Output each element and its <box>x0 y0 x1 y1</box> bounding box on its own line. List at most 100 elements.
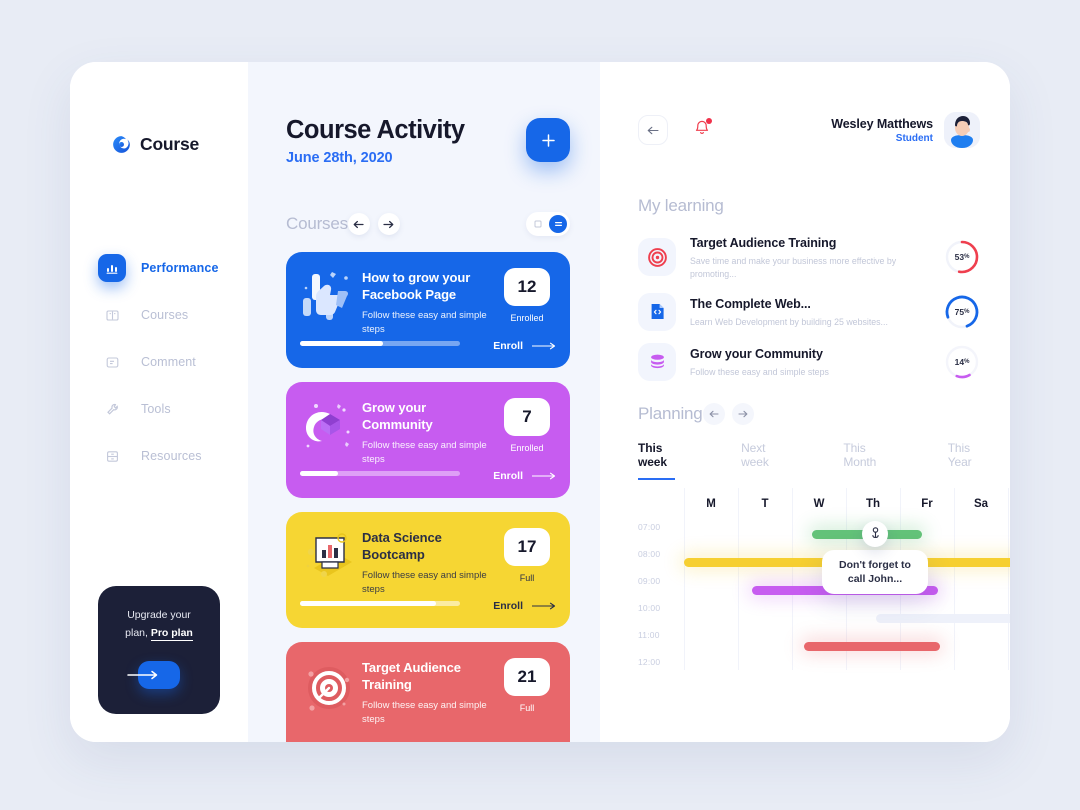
arrow-left-icon <box>709 410 719 417</box>
learning-item-text: Target Audience Training Save time and m… <box>676 234 944 281</box>
sidebar-nav: Performance Courses Comment Tools Resour… <box>70 248 248 476</box>
event-tooltip[interactable]: Don't forget to call John... <box>822 549 928 594</box>
calendar-time-axis: 07:00 08:00 09:00 10:00 11:00 12:00 <box>638 522 680 684</box>
user-role: Student <box>895 132 933 144</box>
course-card[interactable]: Target Audience Training Follow these ea… <box>286 642 570 742</box>
courses-label: Courses <box>286 214 348 233</box>
user-profile[interactable]: Wesley Matthews Student <box>831 112 980 148</box>
page-title: Course Activity <box>286 116 465 144</box>
learning-item[interactable]: The Complete Web... Learn Web Developmen… <box>638 292 980 331</box>
course-card-list: How to grow your Facebook Page Follow th… <box>286 252 570 742</box>
arrow-right-icon <box>532 342 556 350</box>
progress-value: 75% <box>954 306 970 317</box>
course-progress-bar <box>300 471 460 476</box>
enroll-button[interactable]: Enroll <box>493 340 556 352</box>
upgrade-button[interactable] <box>127 660 180 689</box>
tab-next-week[interactable]: Next week <box>741 441 777 480</box>
archive-icon <box>98 442 126 470</box>
course-enrollment: 17 Full <box>498 528 556 628</box>
course-activity-panel: Course Activity June 28th, 2020 Courses <box>248 62 600 742</box>
learning-item[interactable]: Grow your Community Follow these easy an… <box>638 342 980 381</box>
sidebar-item-comment[interactable]: Comment <box>70 342 248 382</box>
planning-next-button[interactable] <box>731 402 754 425</box>
time-label: 11:00 <box>638 629 660 640</box>
progress-ring: 14% <box>944 344 980 380</box>
plus-icon <box>541 133 555 147</box>
user-text: Wesley Matthews Student <box>831 117 933 144</box>
notification-dot <box>706 117 712 124</box>
learning-item-desc: Save time and make your business more ef… <box>690 256 897 279</box>
red-event[interactable] <box>804 641 940 651</box>
learning-item-text: The Complete Web... Learn Web Developmen… <box>676 295 944 329</box>
list-view-icon[interactable] <box>549 215 567 233</box>
enroll-label: Enroll <box>493 340 523 352</box>
sidebar: Course Performance Courses Comment Tools… <box>70 62 248 742</box>
course-enrollment: 12 Enrolled <box>498 268 556 368</box>
chart-bar-icon <box>98 254 126 282</box>
course-card[interactable]: How to grow your Facebook Page Follow th… <box>286 252 570 368</box>
courses-prev-button[interactable] <box>347 213 370 235</box>
pro-plan-link[interactable]: Pro plan <box>150 627 193 642</box>
learning-item-text: Grow your Community Follow these easy an… <box>676 345 944 379</box>
courses-next-button[interactable] <box>377 213 400 235</box>
tab-this-week[interactable]: This week <box>638 441 676 480</box>
course-count: 7 <box>504 398 550 436</box>
course-card[interactable]: Data Science Bootcamp Follow these easy … <box>286 512 570 628</box>
event-pin[interactable] <box>862 520 888 547</box>
enroll-button[interactable]: Enroll <box>493 600 556 612</box>
course-enrollment: 7 Enrolled <box>498 398 556 498</box>
arrow-right-icon <box>738 410 748 417</box>
sidebar-item-resources[interactable]: Resources <box>70 436 248 476</box>
course-title: Data Science Bootcamp <box>362 530 442 562</box>
sidebar-item-label: Courses <box>141 308 189 322</box>
time-label: 07:00 <box>638 521 661 532</box>
arrow-left-icon <box>354 220 365 228</box>
planning-title: Planning <box>638 403 703 423</box>
database-icon <box>638 342 676 381</box>
course-card-text: How to grow your Facebook Page Follow th… <box>362 268 498 368</box>
course-progress-bar <box>300 341 460 346</box>
facebook-thumb-icon <box>300 268 362 368</box>
enroll-button[interactable]: Enroll <box>493 470 556 482</box>
tab-this-month[interactable]: This Month <box>843 441 881 480</box>
app-window: Course Performance Courses Comment Tools… <box>70 62 1010 742</box>
upgrade-text: Upgrade your plan, Pro plan <box>112 606 206 643</box>
tooltip-line-2: call John... <box>847 572 903 585</box>
brand-logo[interactable]: Course <box>70 62 248 155</box>
target-icon <box>638 238 676 277</box>
sidebar-item-label: Comment <box>141 355 196 369</box>
course-subtitle: Follow these easy and simple steps <box>362 700 487 725</box>
notifications-button[interactable] <box>694 117 712 142</box>
grey-event[interactable] <box>876 613 1010 623</box>
sidebar-item-courses[interactable]: Courses <box>70 295 248 335</box>
back-button[interactable] <box>638 115 668 145</box>
sidebar-item-label: Tools <box>141 402 171 416</box>
arrow-right-icon <box>127 670 158 679</box>
calendar-grid: M T W Th Fr Sa Don't forget to call John… <box>680 487 1010 670</box>
avatar[interactable] <box>944 112 980 148</box>
activity-header: Course Activity June 28th, 2020 <box>286 116 570 166</box>
sidebar-item-tools[interactable]: Tools <box>70 389 248 429</box>
wrench-icon <box>98 395 126 423</box>
enroll-label: Enroll <box>493 470 523 482</box>
grid-view-icon[interactable] <box>529 215 547 233</box>
course-count: 17 <box>504 528 550 566</box>
day-label: Sa <box>973 497 989 510</box>
learning-item[interactable]: Target Audience Training Save time and m… <box>638 234 980 281</box>
arrow-left-icon <box>647 126 659 134</box>
add-course-button[interactable] <box>526 118 570 162</box>
comment-icon <box>98 348 126 376</box>
course-card[interactable]: Grow your Community Follow these easy an… <box>286 382 570 498</box>
course-status: Enrolled <box>510 443 544 453</box>
tooltip-line-1: Don't forget to <box>839 558 911 571</box>
course-progress-bar <box>300 601 460 606</box>
course-subtitle: Follow these easy and simple steps <box>362 570 487 595</box>
course-subtitle: Follow these easy and simple steps <box>362 310 487 335</box>
my-learning-title: My learning <box>638 196 724 215</box>
course-status: Full <box>519 703 535 713</box>
sidebar-item-performance[interactable]: Performance <box>70 248 248 288</box>
tab-this-year[interactable]: This Year <box>948 441 980 480</box>
planning-prev-button[interactable] <box>702 402 725 425</box>
upgrade-line-1: Upgrade your <box>127 609 191 621</box>
code-file-icon <box>638 292 676 331</box>
